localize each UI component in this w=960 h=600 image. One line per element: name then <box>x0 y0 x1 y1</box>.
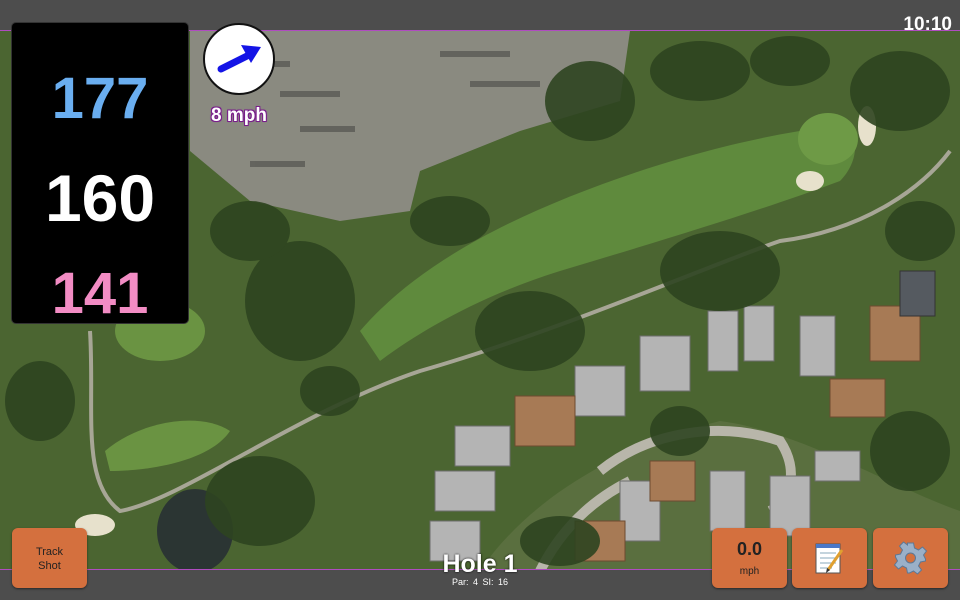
hole-stroke-index: SI: 16 <box>482 577 509 587</box>
distance-front: 141 <box>51 261 149 326</box>
track-shot-line-1: Track <box>35 546 64 558</box>
distance-middle: 160 <box>44 161 156 235</box>
track-shot-label: Track Shot <box>12 545 87 573</box>
wind-speed: 8 mph <box>211 105 267 126</box>
hole-title: Hole 1 <box>442 550 518 578</box>
gear-icon <box>893 541 928 575</box>
wind-indicator <box>203 23 275 95</box>
hole-par: Par: 4 <box>451 577 478 587</box>
track-shot-line-2: Shot <box>38 560 61 572</box>
speed-value: 0.0 <box>736 539 763 559</box>
distance-back: 177 <box>51 66 149 131</box>
notepad-icon <box>815 543 844 574</box>
distance-panel: 177 160 141 <box>11 22 189 326</box>
track-shot-button[interactable]: Track Shot <box>12 528 87 588</box>
speed-unit: mph <box>739 566 760 577</box>
hole-info: Par: 4 SI: 16 <box>380 577 580 587</box>
arrow-icon <box>217 45 261 73</box>
notes-button[interactable] <box>792 528 867 588</box>
speed-button[interactable]: 0.0 mph <box>712 528 787 588</box>
settings-button[interactable] <box>873 528 948 588</box>
